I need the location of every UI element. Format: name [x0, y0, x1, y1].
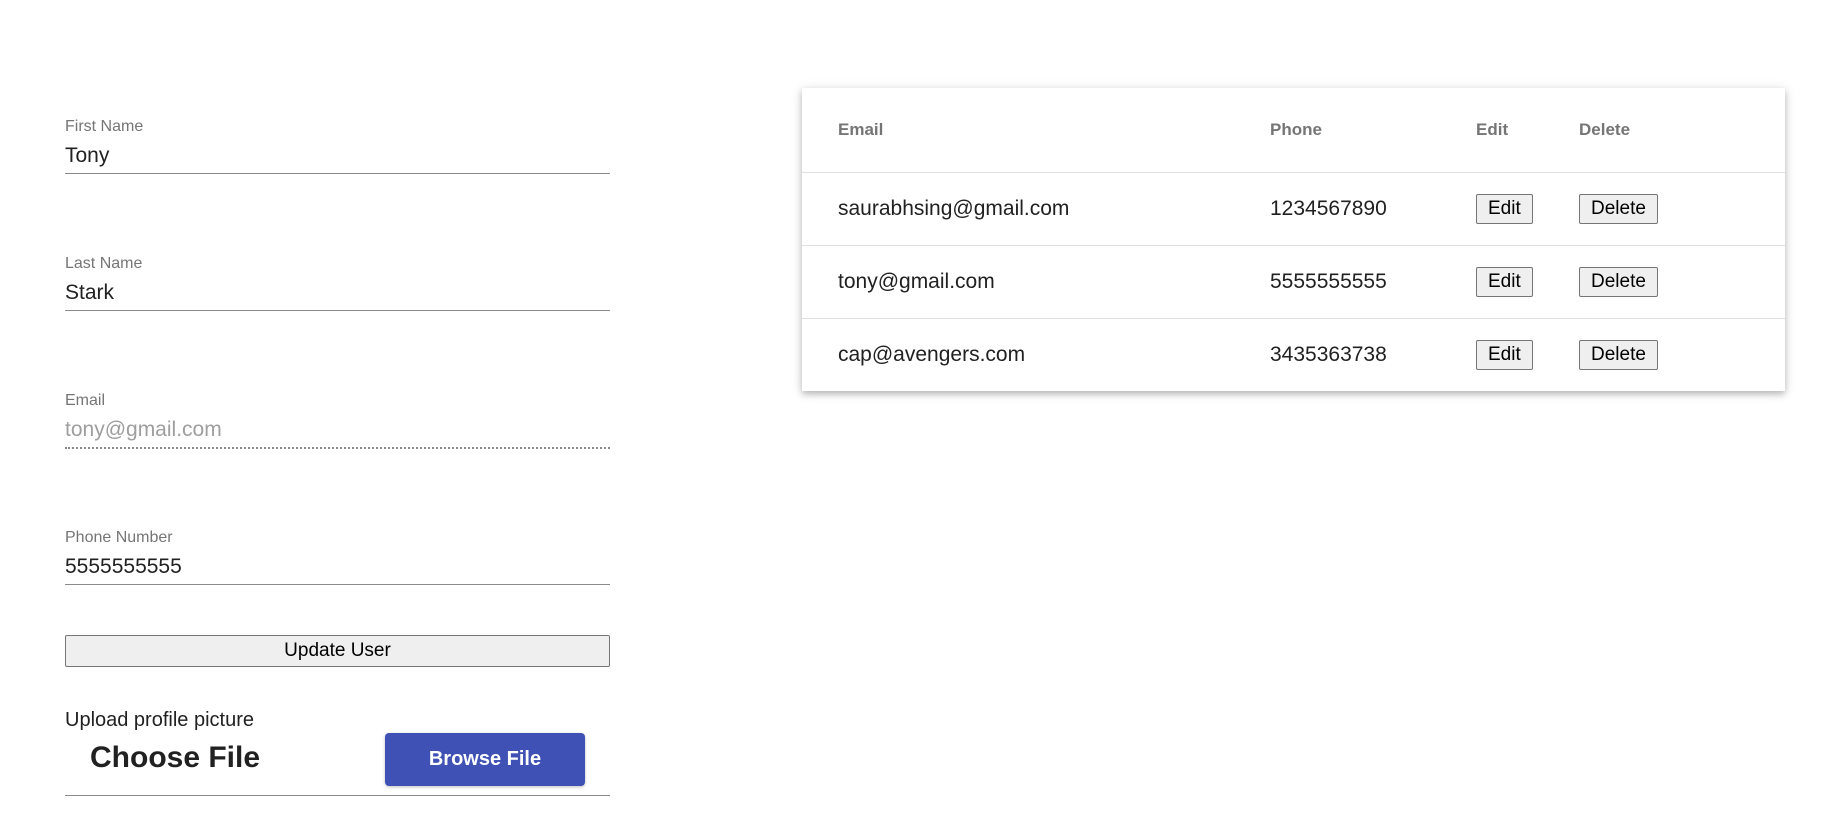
phone-number-underline: [65, 584, 610, 585]
delete-button[interactable]: Delete: [1579, 194, 1658, 224]
first-name-label: First Name: [65, 118, 144, 135]
email-field: Email: [65, 392, 610, 449]
phone-number-label: Phone Number: [65, 529, 173, 546]
update-user-button[interactable]: Update User: [65, 635, 610, 667]
users-table-card: Email Phone Edit Delete saurabhsing@gmai…: [802, 88, 1785, 391]
edit-button[interactable]: Edit: [1476, 194, 1533, 224]
email-underline: [65, 447, 610, 449]
edit-button[interactable]: Edit: [1476, 267, 1533, 297]
row-delete-cell: Delete: [1579, 319, 1785, 392]
header-email: Email: [802, 88, 1270, 173]
row-phone: 5555555555: [1270, 245, 1476, 319]
first-name-field: First Name: [65, 118, 610, 174]
email-input: [65, 415, 610, 445]
first-name-underline: [65, 173, 610, 174]
row-delete-cell: Delete: [1579, 245, 1785, 319]
table-row: saurabhsing@gmail.com 1234567890 Edit De…: [802, 172, 1785, 246]
row-edit-cell: Edit: [1476, 319, 1579, 392]
last-name-label: Last Name: [65, 255, 143, 272]
delete-button[interactable]: Delete: [1579, 267, 1658, 297]
row-phone: 1234567890: [1270, 172, 1476, 246]
last-name-input[interactable]: [65, 278, 610, 308]
row-email: saurabhsing@gmail.com: [802, 172, 1270, 246]
delete-button[interactable]: Delete: [1579, 340, 1658, 370]
header-edit: Edit: [1476, 88, 1579, 173]
table-row: cap@avengers.com 3435363738 Edit Delete: [802, 319, 1785, 392]
row-email: cap@avengers.com: [838, 343, 1026, 366]
row-edit-cell: Edit: [1476, 172, 1579, 246]
row-edit-cell: Edit: [1476, 245, 1579, 319]
upload-profile-picture-label: Upload profile picture: [65, 709, 254, 731]
users-table: Email Phone Edit Delete saurabhsing@gmai…: [802, 88, 1785, 391]
last-name-underline: [65, 310, 610, 311]
phone-number-input[interactable]: [65, 552, 610, 582]
page: First Name Last Name Email Phone Number …: [0, 0, 1831, 836]
first-name-input[interactable]: [65, 141, 610, 171]
table-row: tony@gmail.com 5555555555 Edit Delete: [802, 245, 1785, 319]
row-email: tony@gmail.com: [802, 245, 1270, 319]
email-label: Email: [65, 392, 106, 409]
upload-underline: [65, 795, 610, 796]
edit-button[interactable]: Edit: [1476, 340, 1533, 370]
header-phone: Phone: [1270, 88, 1476, 173]
table-header-row: Email Phone Edit Delete: [802, 88, 1785, 173]
row-phone: 3435363738: [1270, 343, 1387, 366]
row-delete-cell: Delete: [1579, 172, 1785, 246]
header-delete: Delete: [1579, 88, 1785, 173]
phone-number-field: Phone Number: [65, 529, 610, 585]
browse-file-button[interactable]: Browse File: [385, 733, 585, 786]
last-name-field: Last Name: [65, 255, 610, 311]
choose-file-button[interactable]: Choose File: [90, 738, 260, 778]
